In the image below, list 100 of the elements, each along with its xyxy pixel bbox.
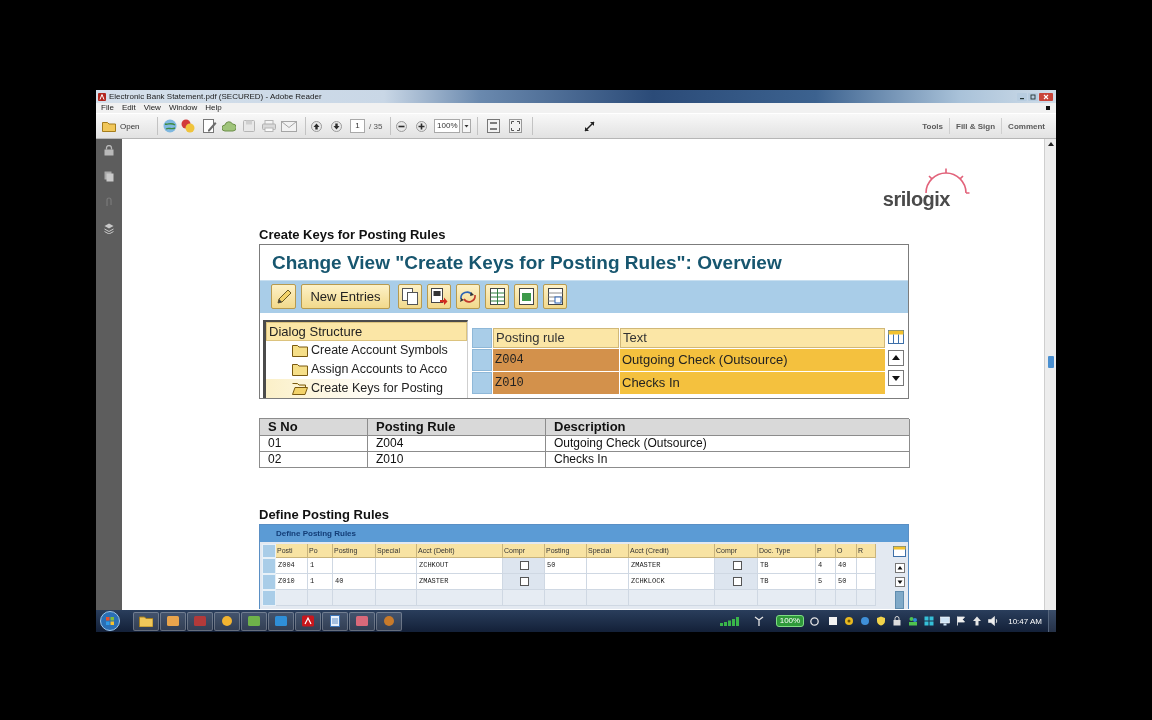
expand-arrows-icon[interactable]	[584, 120, 596, 132]
cloud-icon[interactable]	[222, 120, 236, 132]
table-cell: Z004	[368, 436, 546, 452]
scroll-down-icon	[888, 370, 904, 386]
table-cell: Checks In	[546, 452, 910, 468]
row-selector	[472, 349, 492, 371]
app-tile-icon	[247, 615, 261, 627]
table-cell: Checks In	[620, 372, 885, 394]
taskbar-button[interactable]	[295, 611, 321, 631]
layers-icon[interactable]	[104, 223, 114, 234]
app-tile-icon	[166, 615, 180, 627]
zoom-field[interactable]: 100%	[434, 119, 461, 133]
taskbar-button[interactable]	[322, 611, 348, 631]
table-cell: Z004	[493, 349, 619, 371]
arrow-icon[interactable]	[972, 616, 983, 626]
row-selector	[262, 558, 276, 574]
pages-icon[interactable]	[104, 171, 114, 182]
menu-item[interactable]: Window	[164, 103, 202, 113]
row-selector	[262, 590, 276, 606]
dropdown-caret-icon[interactable]	[462, 119, 472, 133]
gear-icon[interactable]	[844, 616, 855, 626]
pane-button[interactable]: Comment	[1002, 121, 1051, 131]
signal-bars-icon[interactable]	[719, 616, 742, 626]
people-icon[interactable]	[908, 616, 919, 626]
blank-cell	[587, 558, 629, 574]
blank-cell	[545, 590, 587, 606]
page-icon[interactable]	[828, 616, 839, 626]
shield-icon[interactable]	[876, 616, 887, 626]
folder-icon	[292, 344, 308, 357]
screen-title: Define Posting Rules	[260, 525, 908, 542]
app-tile-icon	[274, 615, 288, 627]
scroll-up-icon	[888, 350, 904, 366]
monitor-icon[interactable]	[940, 616, 951, 626]
up-arrow-icon[interactable]	[311, 120, 322, 132]
column-header: S No	[260, 419, 368, 436]
document-icon	[328, 615, 342, 627]
screen-title: Change View "Create Keys for Posting Rules": Overview	[271, 251, 783, 275]
column-header: Text	[620, 328, 885, 348]
paperclip-icon[interactable]	[104, 197, 114, 208]
window-title: Electronic Bank Statement.pdf (SECURED) - Adobe Reader	[109, 91, 322, 102]
close-icon[interactable]	[1039, 92, 1053, 101]
down-arrow-icon[interactable]	[331, 120, 342, 132]
column-header: Description	[546, 419, 910, 436]
menu-item[interactable]: Help	[201, 103, 226, 113]
fit-page-icon[interactable]	[487, 119, 501, 133]
blank-cell	[276, 590, 308, 606]
globe-icon[interactable]	[163, 119, 177, 133]
circles-icon[interactable]	[181, 119, 195, 133]
taskbar-button[interactable]	[160, 611, 186, 631]
menu-item[interactable]: View	[139, 103, 165, 113]
pane-button[interactable]: Tools	[916, 121, 949, 131]
flag-icon[interactable]	[956, 616, 967, 626]
blank-cell	[587, 590, 629, 606]
maximize-icon[interactable]	[1028, 92, 1038, 101]
lock-icon[interactable]	[892, 616, 903, 626]
scroll-up-icon[interactable]	[1047, 142, 1054, 146]
open-button[interactable]: Open	[100, 117, 146, 135]
side-tab-icon[interactable]	[1047, 356, 1054, 368]
start-orb-icon[interactable]	[100, 611, 120, 631]
menu-item[interactable]: File	[97, 103, 118, 113]
table-cell: Outgoing Check (Outsource)	[546, 436, 910, 452]
scroll-thumb	[895, 591, 904, 609]
open-folder-icon	[292, 382, 308, 395]
row-selector	[262, 574, 276, 590]
pane-button[interactable]: Fill & Sign	[950, 121, 1002, 131]
taskbar-button[interactable]	[133, 611, 159, 631]
table-cell: Z010	[368, 452, 546, 468]
blank-cell	[333, 558, 376, 574]
speaker-icon[interactable]	[988, 616, 999, 626]
battery-indicator[interactable]: 100%	[775, 615, 805, 627]
blank-cell	[333, 590, 376, 606]
app-circle-icon	[220, 615, 234, 627]
zoom-in-icon[interactable]	[416, 120, 428, 132]
blank-cell	[758, 590, 816, 606]
network-icon[interactable]	[753, 616, 764, 626]
globe-icon[interactable]	[860, 616, 871, 626]
ring-icon[interactable]	[810, 616, 820, 626]
grid-icon[interactable]	[924, 616, 935, 626]
clock[interactable]: 10:47 AM	[1008, 616, 1042, 626]
section-heading: Create Keys for Posting Rules	[259, 227, 446, 243]
logo-text: srilogix	[882, 187, 950, 211]
scroll-bar[interactable]	[1044, 139, 1056, 610]
table-cell: 01	[260, 436, 368, 452]
full-screen-icon[interactable]	[509, 119, 523, 133]
pdf-icon	[301, 615, 315, 627]
taskbar-button[interactable]	[241, 611, 267, 631]
blank-cell	[376, 574, 417, 590]
taskbar-button[interactable]	[214, 611, 240, 631]
page-number-field[interactable]: 1	[350, 119, 365, 133]
minimize-icon[interactable]	[1017, 92, 1027, 101]
blank-cell	[587, 574, 629, 590]
pencil-page-icon[interactable]	[203, 119, 217, 133]
curved-arrows-icon	[459, 289, 477, 304]
blank-cell	[376, 590, 417, 606]
page-count: / 35	[369, 121, 383, 131]
table-settings-icon	[893, 546, 906, 557]
app-logo-icon	[98, 92, 106, 101]
scroll-up-icon	[894, 563, 905, 573]
menu-item[interactable]: Edit	[117, 103, 140, 113]
zoom-out-icon[interactable]	[396, 120, 408, 132]
